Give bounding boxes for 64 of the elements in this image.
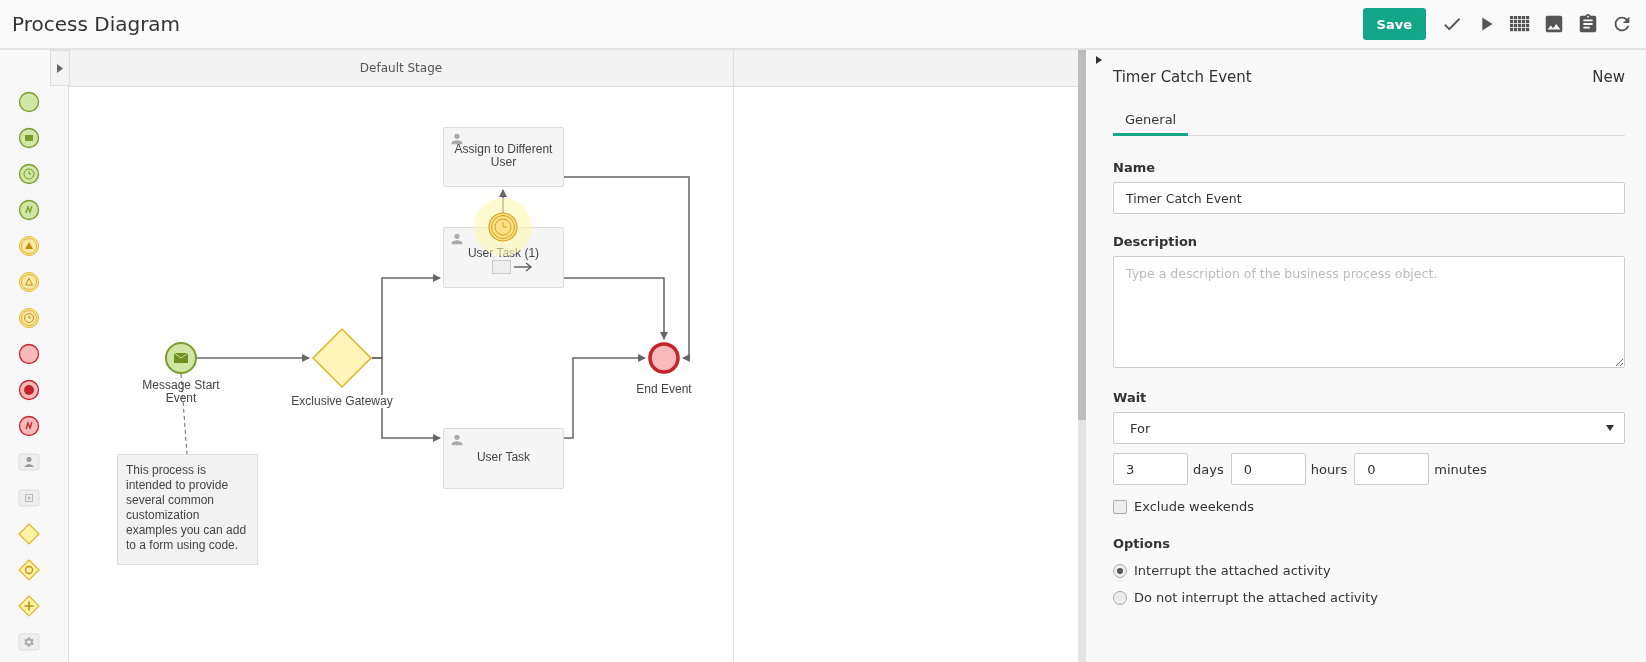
task-label: User Task bbox=[475, 451, 532, 464]
tab[interactable]: General bbox=[1113, 106, 1189, 136]
task-node[interactable] bbox=[443, 428, 564, 489]
duration-field[interactable]: 0 bbox=[1230, 453, 1306, 485]
subprocess-icon[interactable] bbox=[18, 487, 40, 509]
expand-toggle[interactable] bbox=[50, 50, 70, 86]
field-label: Name bbox=[1113, 160, 1156, 175]
end-event-icon[interactable] bbox=[648, 342, 680, 374]
unit-label: days bbox=[1193, 461, 1224, 477]
duration-field[interactable]: 3 bbox=[1113, 453, 1188, 485]
name-field[interactable]: Timer Catch Event bbox=[1113, 182, 1625, 214]
timer-event-icon[interactable] bbox=[18, 307, 40, 329]
field-label: Options bbox=[1113, 536, 1171, 551]
task-node[interactable] bbox=[443, 127, 564, 187]
error-end-event-icon[interactable] bbox=[18, 415, 40, 437]
checkbox[interactable] bbox=[1113, 499, 1127, 514]
connector-arrow[interactable] bbox=[563, 277, 668, 340]
parallel-gateway-icon[interactable] bbox=[18, 595, 40, 617]
field-label: Description bbox=[1113, 234, 1199, 249]
triangle-event-icon[interactable] bbox=[18, 271, 40, 293]
task-node[interactable] bbox=[443, 227, 564, 288]
status-label: New bbox=[1592, 68, 1625, 86]
gateway-diamond[interactable] bbox=[312, 328, 372, 388]
text-annotation[interactable]: This process is intended to provide several common customization examples you can add to a form using code. bbox=[117, 454, 258, 565]
caret-icon bbox=[57, 63, 63, 73]
person-icon bbox=[449, 231, 465, 247]
radio-label: Do not interrupt the attached activity bbox=[1134, 590, 1378, 605]
message-start-event-icon[interactable] bbox=[18, 127, 40, 149]
radio-button[interactable] bbox=[1113, 563, 1127, 578]
settings-icon[interactable] bbox=[18, 631, 40, 653]
duration-field[interactable]: 0 bbox=[1354, 453, 1430, 485]
timer-start-event-icon[interactable] bbox=[18, 163, 40, 185]
unit-label: minutes bbox=[1434, 461, 1487, 477]
inclusive-gateway-icon[interactable] bbox=[18, 559, 40, 581]
unit-label: hours bbox=[1310, 461, 1348, 477]
event-label: Message Start Event bbox=[141, 379, 221, 405]
person-icon bbox=[449, 432, 465, 448]
radio-button[interactable] bbox=[1113, 590, 1127, 605]
checkbox-label: Exclude weekends bbox=[1134, 499, 1254, 514]
collapse-caret-icon[interactable] bbox=[1096, 56, 1102, 64]
triangle-event-icon[interactable] bbox=[18, 235, 40, 257]
stage-title: Default Stage bbox=[69, 50, 734, 86]
sequence-marker-icon bbox=[492, 260, 534, 274]
connector-arrow[interactable] bbox=[196, 354, 310, 362]
caret-icon bbox=[1606, 425, 1614, 431]
message-start-event-icon[interactable] bbox=[165, 342, 197, 374]
start-event-icon[interactable] bbox=[18, 91, 40, 113]
gateway-icon[interactable] bbox=[18, 523, 40, 545]
radio-label: Interrupt the attached activity bbox=[1134, 563, 1331, 578]
panel-title: Timer Catch Event bbox=[1113, 68, 1252, 86]
scrollbar-thumb[interactable] bbox=[1078, 50, 1086, 420]
page-title: Process Diagram bbox=[12, 12, 181, 36]
user-task-icon[interactable] bbox=[18, 451, 40, 473]
end-event-icon[interactable] bbox=[18, 343, 40, 365]
terminate-end-event-icon[interactable] bbox=[18, 379, 40, 401]
wait-dropdown[interactable]: For bbox=[1113, 412, 1625, 444]
task-label: Assign to Different User bbox=[453, 143, 554, 169]
signal-start-event-icon[interactable] bbox=[18, 199, 40, 221]
event-label: End Event bbox=[635, 383, 693, 396]
connector-arrow[interactable] bbox=[563, 176, 690, 362]
field-label: Wait bbox=[1113, 390, 1148, 405]
connector-arrow[interactable] bbox=[499, 189, 507, 214]
task-label: User Task (1) bbox=[466, 247, 541, 260]
description-field[interactable]: Type a description of the business process object. bbox=[1113, 256, 1625, 368]
